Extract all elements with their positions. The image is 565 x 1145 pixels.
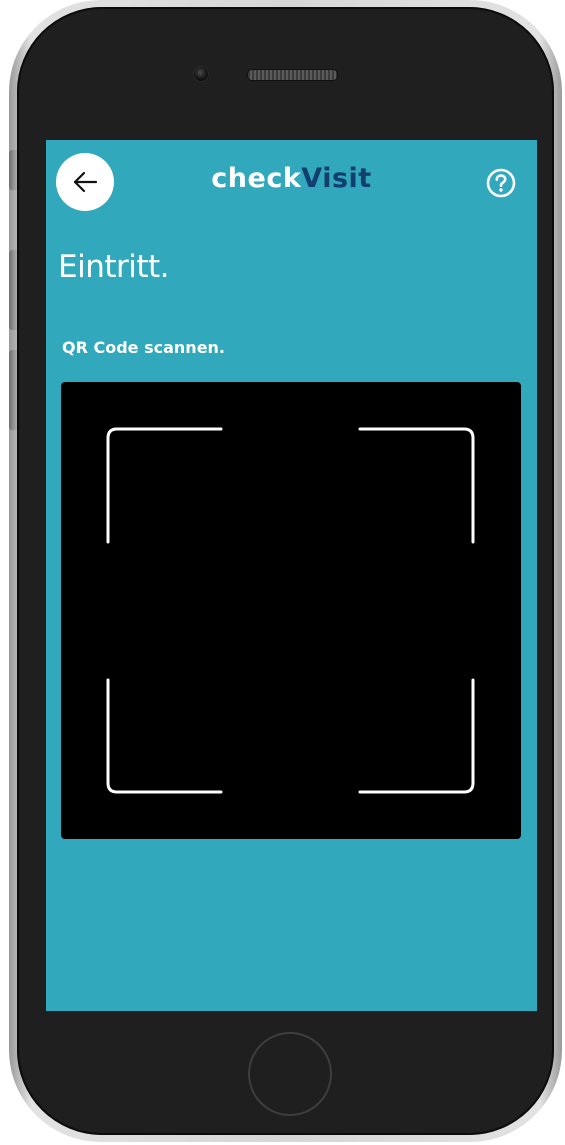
logo-text-visit: Visit [301,163,372,194]
app-screen: checkVisit Eintritt. QR Code scannen. [46,140,537,1011]
scan-frame-corners-icon [106,427,475,794]
app-logo: checkVisit [46,162,537,196]
help-button[interactable] [484,166,518,200]
qr-scanner-view [61,382,521,839]
question-circle-icon [486,168,516,198]
page-title: Eintritt. [58,249,170,285]
front-camera-icon [193,66,209,82]
earpiece-speaker [247,69,338,81]
home-button-icon[interactable] [248,1032,332,1116]
scan-instruction-label: QR Code scannen. [62,338,226,357]
logo-text-check: check [211,163,302,194]
